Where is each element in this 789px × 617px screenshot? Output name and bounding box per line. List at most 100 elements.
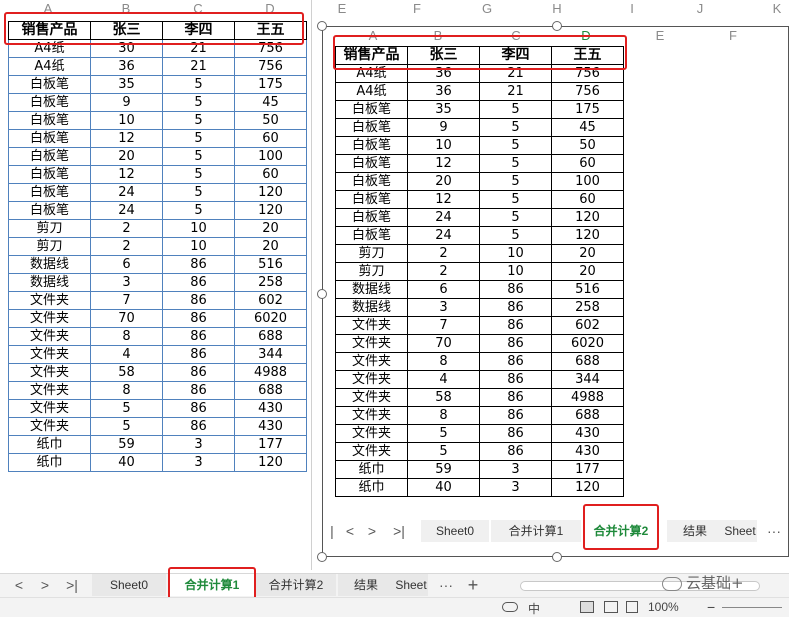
right-cell[interactable]: 602: [551, 316, 624, 335]
right-cell[interactable]: 5: [479, 154, 552, 173]
right-cell[interactable]: 5: [479, 190, 552, 209]
right-cell[interactable]: 白板笔: [335, 172, 408, 191]
right-cell[interactable]: 24: [407, 226, 480, 245]
left-cell[interactable]: 688: [234, 327, 307, 346]
left-cell[interactable]: 86: [162, 309, 235, 328]
left-cell[interactable]: 剪刀: [8, 237, 91, 256]
right-cell[interactable]: 756: [551, 82, 624, 101]
right-cell[interactable]: 文件夹: [335, 388, 408, 407]
left-cell[interactable]: 5: [162, 147, 235, 166]
left-cell[interactable]: 120: [234, 453, 307, 472]
left-cell[interactable]: 21: [162, 57, 235, 76]
right-cell[interactable]: 数据线: [335, 298, 408, 317]
right-cell[interactable]: 6020: [551, 334, 624, 353]
column-header-k[interactable]: K: [767, 1, 787, 16]
left-cell[interactable]: 86: [162, 381, 235, 400]
embedded-column-header-e[interactable]: E: [645, 28, 675, 43]
left-cell[interactable]: 430: [234, 417, 307, 436]
right-cell[interactable]: 文件夹: [335, 424, 408, 443]
left-cell[interactable]: 120: [234, 183, 307, 202]
left-cell[interactable]: 4: [90, 345, 163, 364]
embedded-scroll-left-button[interactable]: <: [341, 520, 359, 542]
left-cell[interactable]: 86: [162, 345, 235, 364]
left-cell[interactable]: 20: [90, 147, 163, 166]
embedded-more-tabs-button[interactable]: ···: [763, 520, 785, 542]
left-cell[interactable]: 175: [234, 75, 307, 94]
right-cell[interactable]: 剪刀: [335, 262, 408, 281]
embedded-tab-result[interactable]: 结果: [667, 520, 723, 542]
left-cell[interactable]: 白板笔: [8, 165, 91, 184]
right-cell[interactable]: 35: [407, 100, 480, 119]
column-header-g[interactable]: G: [477, 1, 497, 16]
left-cell[interactable]: 60: [234, 165, 307, 184]
left-cell[interactable]: 2: [90, 219, 163, 238]
right-cell[interactable]: 50: [551, 136, 624, 155]
left-cell[interactable]: 数据线: [8, 273, 91, 292]
left-cell[interactable]: 白板笔: [8, 147, 91, 166]
left-cell[interactable]: 5: [162, 165, 235, 184]
left-cell[interactable]: 10: [90, 111, 163, 130]
embedded-tab-sheet[interactable]: Sheet: [723, 520, 757, 542]
right-cell[interactable]: 12: [407, 154, 480, 173]
left-cell[interactable]: 35: [90, 75, 163, 94]
left-cell[interactable]: 数据线: [8, 255, 91, 274]
page-layout-view-icon[interactable]: [604, 601, 618, 613]
right-cell[interactable]: 文件夹: [335, 334, 408, 353]
right-cell[interactable]: 文件夹: [335, 370, 408, 389]
right-cell[interactable]: 20: [551, 262, 624, 281]
left-cell[interactable]: 177: [234, 435, 307, 454]
embedded-scroll-first-button[interactable]: |: [323, 520, 341, 542]
right-cell[interactable]: 59: [407, 460, 480, 479]
main-tab-sheet[interactable]: Sheet: [394, 574, 428, 596]
left-cell[interactable]: 纸巾: [8, 435, 91, 454]
left-cell[interactable]: 120: [234, 201, 307, 220]
left-cell[interactable]: 36: [90, 57, 163, 76]
zoom-out-button[interactable]: −: [707, 599, 715, 615]
right-cell[interactable]: 70: [407, 334, 480, 353]
right-cell[interactable]: 516: [551, 280, 624, 299]
right-cell[interactable]: 3: [407, 298, 480, 317]
left-cell[interactable]: 602: [234, 291, 307, 310]
right-cell[interactable]: 6: [407, 280, 480, 299]
left-cell[interactable]: 5: [162, 75, 235, 94]
left-cell[interactable]: 文件夹: [8, 417, 91, 436]
column-header-i[interactable]: I: [622, 1, 642, 16]
left-cell[interactable]: 白板笔: [8, 75, 91, 94]
left-cell[interactable]: 24: [90, 201, 163, 220]
right-cell[interactable]: 45: [551, 118, 624, 137]
left-cell[interactable]: 3: [90, 273, 163, 292]
right-cell[interactable]: 86: [479, 316, 552, 335]
left-cell[interactable]: 24: [90, 183, 163, 202]
left-cell[interactable]: 5: [90, 399, 163, 418]
right-cell[interactable]: 86: [479, 424, 552, 443]
left-cell[interactable]: 12: [90, 129, 163, 148]
right-cell[interactable]: 344: [551, 370, 624, 389]
embedded-scroll-right-button[interactable]: >: [363, 520, 381, 542]
right-cell[interactable]: 100: [551, 172, 624, 191]
left-cell[interactable]: 6: [90, 255, 163, 274]
left-cell[interactable]: 100: [234, 147, 307, 166]
left-cell[interactable]: 8: [90, 381, 163, 400]
left-cell[interactable]: 86: [162, 417, 235, 436]
left-cell[interactable]: 纸巾: [8, 453, 91, 472]
main-tab-result[interactable]: 结果: [338, 574, 394, 596]
right-cell[interactable]: 688: [551, 406, 624, 425]
normal-view-icon[interactable]: [580, 601, 594, 613]
resize-handle-bottom-middle[interactable]: [552, 552, 562, 562]
right-cell[interactable]: 36: [407, 82, 480, 101]
right-cell[interactable]: 2: [407, 244, 480, 263]
main-scroll-last-button[interactable]: >|: [60, 574, 84, 596]
right-cell[interactable]: 258: [551, 298, 624, 317]
left-cell[interactable]: 50: [234, 111, 307, 130]
embedded-tab-merge1[interactable]: 合并计算1: [491, 520, 581, 542]
left-cell[interactable]: 5: [162, 93, 235, 112]
right-cell[interactable]: 白板笔: [335, 208, 408, 227]
right-cell[interactable]: 10: [479, 244, 552, 263]
main-tab-sheet0[interactable]: Sheet0: [92, 574, 166, 596]
eye-icon[interactable]: [502, 602, 518, 612]
left-cell[interactable]: 白板笔: [8, 201, 91, 220]
resize-handle-top-left[interactable]: [317, 21, 327, 31]
right-cell[interactable]: 60: [551, 154, 624, 173]
right-cell[interactable]: 5: [479, 136, 552, 155]
left-cell[interactable]: 白板笔: [8, 111, 91, 130]
